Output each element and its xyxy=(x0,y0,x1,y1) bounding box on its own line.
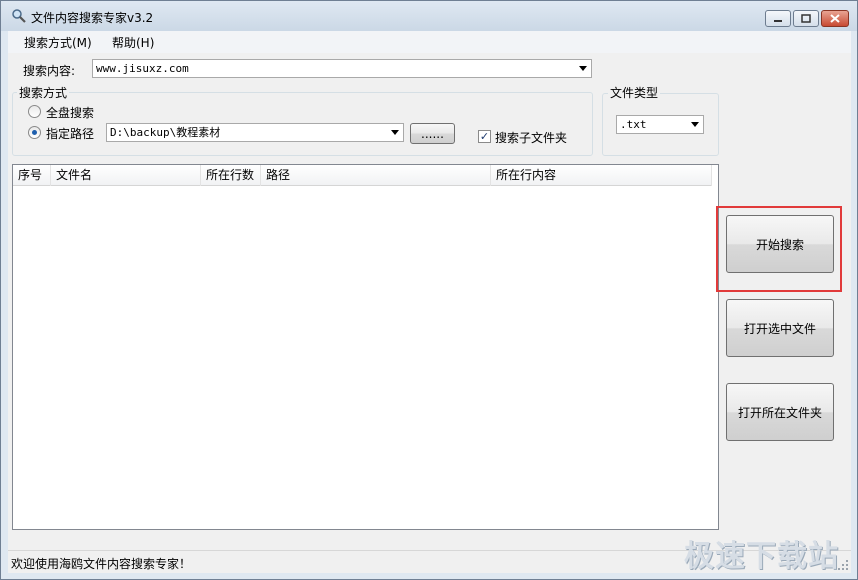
file-type-value: .txt xyxy=(620,118,647,131)
title-bar[interactable]: 文件内容搜索专家v3.2 xyxy=(1,1,857,31)
results-list[interactable]: 序号 文件名 所在行数 路径 所在行内容 xyxy=(12,164,719,530)
open-selected-file-button-label: 打开选中文件 xyxy=(743,321,816,336)
open-selected-file-button[interactable]: 打开选中文件 xyxy=(726,299,834,357)
radio-specified-path-label[interactable]: 指定路径 xyxy=(46,125,94,142)
minimize-icon xyxy=(774,19,782,22)
path-value: D:\backup\教程素材 xyxy=(110,126,221,139)
chevron-down-icon[interactable] xyxy=(579,66,587,71)
radio-all-disk-label[interactable]: 全盘搜索 xyxy=(46,104,94,121)
app-window: 文件内容搜索专家v3.2 搜索方式(M) 帮助(H) 搜索内容: www.jis… xyxy=(0,0,858,580)
maximize-icon xyxy=(801,14,811,23)
search-mode-group-title: 搜索方式 xyxy=(17,84,70,101)
browse-button[interactable]: ...... xyxy=(410,123,455,144)
menu-search-mode[interactable]: 搜索方式(M) xyxy=(24,34,92,51)
search-content-value: www.jisuxz.com xyxy=(96,62,189,75)
column-header-line-number[interactable]: 所在行数 xyxy=(201,165,261,186)
maximize-button[interactable] xyxy=(793,10,819,27)
watermark-text: 极速下载站 xyxy=(684,539,839,574)
minimize-button[interactable] xyxy=(765,10,791,27)
column-header-path[interactable]: 路径 xyxy=(261,165,491,186)
chevron-down-icon[interactable] xyxy=(391,130,399,135)
magnifier-icon xyxy=(12,9,26,23)
column-header-line-content[interactable]: 所在行内容 xyxy=(491,165,712,186)
close-icon xyxy=(830,14,840,23)
search-content-combo[interactable]: www.jisuxz.com xyxy=(92,59,592,78)
close-button[interactable] xyxy=(821,10,849,27)
client-area: 搜索方式(M) 帮助(H) 搜索内容: www.jisuxz.com 搜索方式 … xyxy=(8,31,851,573)
results-header: 序号 文件名 所在行数 路径 所在行内容 xyxy=(13,165,712,186)
file-type-combo[interactable]: .txt xyxy=(616,115,704,134)
radio-specified-path[interactable] xyxy=(28,126,41,139)
chevron-down-icon[interactable] xyxy=(691,122,699,127)
path-combo[interactable]: D:\backup\教程素材 xyxy=(106,123,404,142)
file-type-group-title: 文件类型 xyxy=(608,84,661,101)
browse-button-label: ...... xyxy=(421,126,444,141)
menu-help[interactable]: 帮助(H) xyxy=(112,34,154,51)
window-title: 文件内容搜索专家v3.2 xyxy=(31,11,154,25)
column-header-index[interactable]: 序号 xyxy=(13,165,51,186)
column-header-filename[interactable]: 文件名 xyxy=(51,165,201,186)
open-containing-folder-button[interactable]: 打开所在文件夹 xyxy=(726,383,834,441)
open-containing-folder-button-label: 打开所在文件夹 xyxy=(737,405,822,420)
start-search-highlight xyxy=(716,206,842,292)
menu-bar: 搜索方式(M) 帮助(H) xyxy=(8,31,851,53)
radio-all-disk[interactable] xyxy=(28,105,41,118)
subfolders-checkbox[interactable]: ✓ xyxy=(478,130,491,143)
status-text: 欢迎使用海鸥文件内容搜索专家！ xyxy=(11,557,192,571)
subfolders-label[interactable]: 搜索子文件夹 xyxy=(495,129,567,146)
search-content-label: 搜索内容: xyxy=(23,64,76,78)
